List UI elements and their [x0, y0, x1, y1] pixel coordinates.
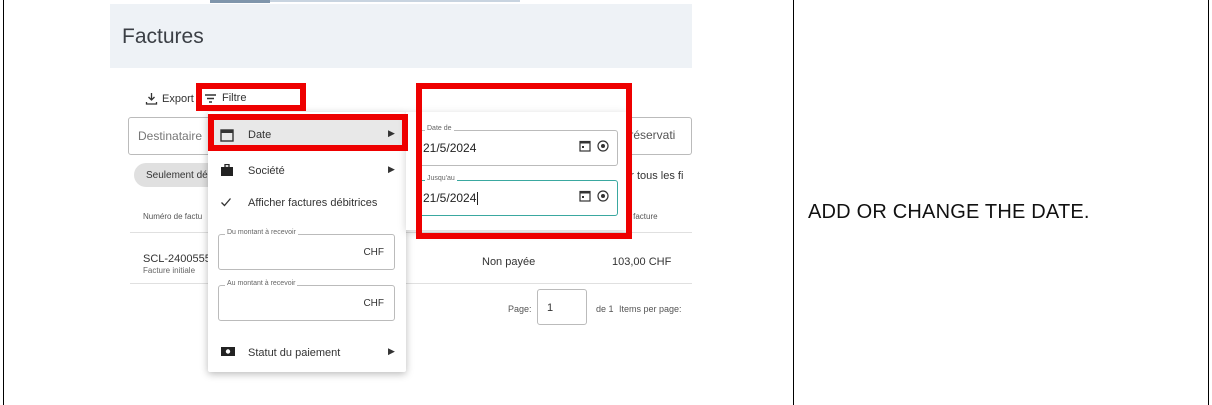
- highlight-date-menu-item: [208, 114, 408, 151]
- menu-item-company[interactable]: Société ▶: [208, 156, 406, 186]
- filter-chip-label: Seulement dé: [146, 170, 208, 181]
- page-title: Factures: [122, 25, 204, 48]
- menu-item-company-label: Société: [248, 165, 285, 177]
- menu-item-debit-label: Afficher factures débitrices: [248, 197, 378, 209]
- highlight-filter-button: [196, 83, 306, 111]
- check-icon: [221, 198, 231, 207]
- briefcase-icon: [221, 164, 233, 176]
- menu-item-debit-invoices[interactable]: Afficher factures débitrices: [208, 188, 406, 218]
- invoice-id[interactable]: SCL-24005551: [143, 253, 217, 265]
- from-amount-currency: CHF: [363, 247, 384, 258]
- chevron-right-icon: ▶: [388, 346, 395, 356]
- highlight-date-range: [416, 83, 632, 239]
- invoice-amount: 103,00 CHF: [612, 256, 672, 268]
- from-amount-legend: Du montant à recevoir: [225, 229, 298, 236]
- invoice-type: Facture initiale: [143, 266, 196, 275]
- download-icon: [145, 93, 158, 105]
- page-number-value: 1: [547, 302, 554, 314]
- screenshot-panel: Factures Export Filtre Destinataire r ré…: [110, 0, 692, 405]
- payment-status: Non payée: [482, 256, 536, 268]
- recipient-search-placeholder: Destinataire: [138, 129, 203, 143]
- table-column-divider: [793, 0, 794, 405]
- menu-item-payment-status[interactable]: Statut du paiement ▶: [208, 338, 406, 368]
- to-amount-legend: Au montant à recevoir: [225, 280, 298, 287]
- filter-menu: Date ▶ Société ▶ Afficher factures débit…: [208, 112, 406, 372]
- export-label: Export: [162, 92, 194, 105]
- from-amount-field[interactable]: Du montant à recevoir CHF: [218, 229, 395, 270]
- money-icon: [221, 347, 235, 356]
- page-number-input[interactable]: [537, 289, 587, 325]
- pager-total: de 1: [596, 304, 614, 314]
- export-button[interactable]: Export: [145, 92, 194, 105]
- to-amount-field[interactable]: Au montant à recevoir CHF: [218, 280, 395, 321]
- top-strip: [110, 0, 692, 3]
- chevron-right-icon: ▶: [388, 164, 395, 174]
- menu-item-payment-status-label: Statut du paiement: [248, 347, 341, 359]
- pager-label: Page:: [508, 304, 532, 314]
- to-amount-currency: CHF: [363, 298, 384, 309]
- instruction-caption: ADD OR CHANGE THE DATE.: [808, 201, 1090, 223]
- items-per-page-label: Items per page:: [619, 304, 682, 314]
- column-header-number[interactable]: Numéro de factu: [143, 212, 202, 221]
